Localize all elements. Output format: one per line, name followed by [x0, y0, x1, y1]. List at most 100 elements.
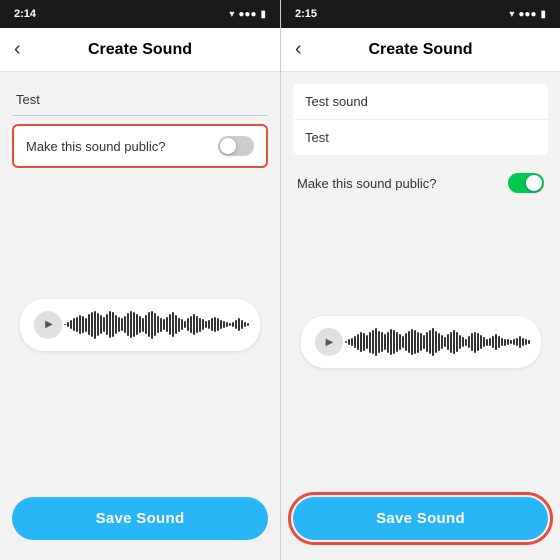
- waveform-bars-2: [345, 326, 530, 358]
- waveform-bar: [507, 339, 509, 344]
- waveform-bar: [139, 316, 141, 334]
- waveform-bar: [369, 332, 371, 353]
- header-2: ‹ Create Sound: [281, 28, 560, 72]
- waveform-bar: [372, 330, 374, 355]
- waveform-bar: [378, 331, 380, 354]
- waveform-bar: [429, 330, 431, 355]
- waveform-bar: [471, 333, 473, 351]
- waveform-bar: [516, 338, 518, 347]
- play-button-1[interactable]: ▶: [34, 311, 62, 339]
- back-button-2[interactable]: ‹: [295, 38, 302, 61]
- waveform-bar: [411, 329, 413, 355]
- waveform-bar: [94, 311, 96, 339]
- play-button-2[interactable]: ▶: [315, 328, 343, 356]
- waveform-bar: [492, 336, 494, 348]
- header-title-1: Create Sound: [88, 41, 192, 59]
- waveform-bar: [169, 314, 171, 335]
- waveform-bar: [172, 312, 174, 337]
- signal-icon-2: ●●●: [518, 9, 536, 20]
- waveform-bar: [79, 315, 81, 334]
- waveform-bar: [495, 334, 497, 350]
- waveform-bar: [447, 334, 449, 350]
- toggle-label-2: Make this sound public?: [297, 176, 436, 191]
- waveform-bar: [235, 320, 237, 329]
- waveform-bar: [444, 337, 446, 348]
- header-1: ‹ Create Sound: [0, 28, 280, 72]
- waveform-bar: [232, 322, 234, 327]
- back-button-1[interactable]: ‹: [14, 38, 21, 61]
- waveform-bar: [396, 332, 398, 351]
- waveform-bar: [357, 334, 359, 350]
- waveform-bar: [441, 335, 443, 349]
- waveform-bar: [456, 332, 458, 351]
- waveform-bar: [528, 340, 530, 344]
- desc-value-2[interactable]: Test: [293, 120, 548, 155]
- toggle-row-1: Make this sound public?: [12, 124, 268, 168]
- waveform-bar: [480, 335, 482, 349]
- status-bar-1: 2:14 ▾ ●●● ▮: [0, 0, 280, 28]
- waveform-bar: [477, 333, 479, 351]
- status-time-2: 2:15: [295, 8, 317, 20]
- waveform-bar: [420, 333, 422, 351]
- signal-icon-1: ●●●: [238, 9, 256, 20]
- waveform-bar: [145, 315, 147, 334]
- waveform-bars-1: [64, 309, 249, 341]
- waveform-bar: [82, 316, 84, 334]
- waveform-bar: [241, 320, 243, 329]
- waveform-bar: [408, 331, 410, 354]
- toggle-knob-2: [526, 175, 542, 191]
- waveform-bar: [124, 316, 126, 334]
- waveform-bar: [70, 320, 72, 329]
- waveform-bar: [85, 318, 87, 332]
- content-1: Make this sound public? ▶: [0, 72, 280, 485]
- waveform-bar: [109, 311, 111, 337]
- save-sound-button-1[interactable]: Save Sound: [12, 497, 268, 540]
- waveform-bar: [465, 339, 467, 346]
- public-toggle-1[interactable]: [218, 136, 254, 156]
- waveform-bar: [214, 317, 216, 333]
- waveform-bar: [175, 315, 177, 334]
- waveform-bar: [450, 332, 452, 353]
- waveform-bar: [151, 311, 153, 339]
- waveform-bar: [73, 318, 75, 330]
- waveform-bar: [486, 339, 488, 346]
- status-icons-1: ▾ ●●● ▮: [229, 9, 266, 20]
- name-input-1[interactable]: [12, 84, 268, 116]
- waveform-bar: [193, 314, 195, 335]
- waveform-bar: [76, 317, 78, 333]
- waveform-bar: [438, 333, 440, 351]
- waveform-bar: [142, 318, 144, 332]
- waveform-bar: [375, 328, 377, 356]
- toggle-label-1: Make this sound public?: [26, 139, 165, 154]
- waveform-bar: [525, 339, 527, 344]
- waveform-bar: [127, 313, 129, 336]
- waveform-bar: [351, 338, 353, 347]
- waveform-bar: [226, 322, 228, 327]
- waveform-bar: [166, 317, 168, 333]
- public-toggle-2[interactable]: [508, 173, 544, 193]
- waveform-bar: [211, 318, 213, 330]
- waveform-bar: [157, 316, 159, 334]
- waveform-bar: [121, 318, 123, 330]
- waveform-bar: [360, 332, 362, 351]
- waveform-bar: [133, 312, 135, 337]
- waveform-bar: [106, 314, 108, 335]
- waveform-bar: [223, 321, 225, 328]
- waveform-bar: [97, 313, 99, 336]
- waveform-bar: [181, 319, 183, 330]
- waveform-bar: [504, 339, 506, 346]
- waveform-bar: [393, 330, 395, 355]
- waveform-bar: [220, 320, 222, 329]
- waveform-bar: [519, 336, 521, 348]
- waveform-bar: [510, 340, 512, 344]
- input-group-2: Test sound Test: [293, 84, 548, 155]
- waveform-bar: [103, 317, 105, 333]
- waveform-bar: [154, 313, 156, 336]
- waveform-bar: [423, 335, 425, 349]
- name-value-2[interactable]: Test sound: [293, 84, 548, 120]
- waveform-bar: [115, 315, 117, 334]
- waveform-bar: [468, 336, 470, 348]
- waveform-box-1: ▶: [20, 299, 260, 351]
- waveform-bar: [432, 328, 434, 356]
- save-sound-button-2[interactable]: Save Sound: [293, 497, 548, 540]
